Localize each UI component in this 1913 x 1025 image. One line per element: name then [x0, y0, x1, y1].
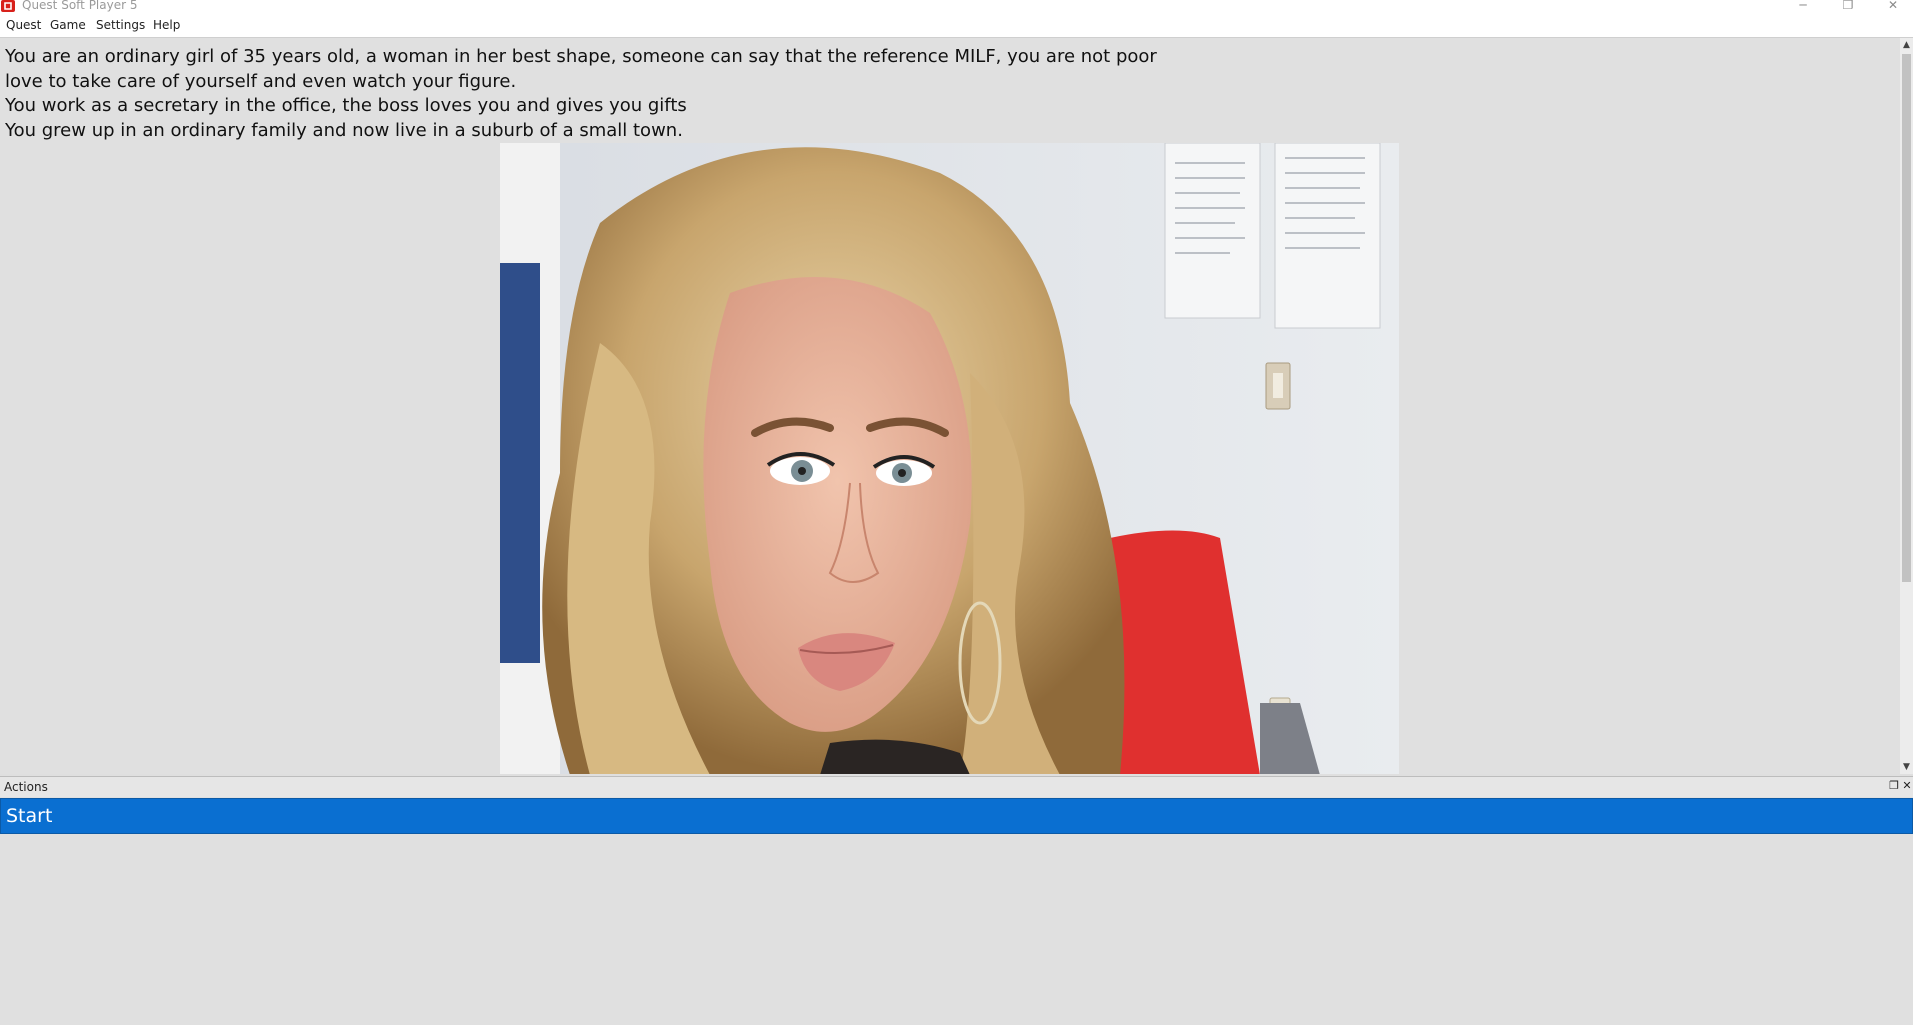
app-logo-icon [1, 0, 15, 12]
scroll-down-icon[interactable]: ▼ [1900, 760, 1913, 774]
action-start-label: Start [6, 805, 53, 827]
actions-panel-header: Actions ❐ ✕ [0, 776, 1913, 797]
menu-help[interactable]: Help [153, 18, 180, 32]
menu-game[interactable]: Game [50, 18, 86, 32]
maximize-button[interactable]: ❐ [1830, 0, 1866, 12]
minimize-button[interactable]: ─ [1785, 0, 1821, 12]
scroll-up-icon[interactable]: ▲ [1900, 38, 1913, 52]
menu-bar: Quest Game Settings Help [0, 12, 1913, 38]
menu-quest[interactable]: Quest [6, 18, 41, 32]
app-window: Quest Soft Player 5 ─ ❐ ✕ Quest Game Set… [0, 0, 1913, 1025]
story-panel: You are an ordinary girl of 35 years old… [0, 38, 1900, 774]
close-button[interactable]: ✕ [1875, 0, 1911, 12]
story-line-1: You are an ordinary girl of 35 years old… [5, 46, 1157, 67]
action-start[interactable]: Start [0, 798, 1913, 834]
title-bar: Quest Soft Player 5 ─ ❐ ✕ [0, 0, 1913, 12]
story-image [500, 143, 1399, 774]
window-title: Quest Soft Player 5 [22, 0, 138, 12]
story-scrollbar[interactable]: ▲ ▼ [1900, 38, 1913, 774]
story-line-3: You work as a secretary in the office, t… [5, 95, 687, 116]
menu-settings[interactable]: Settings [96, 18, 145, 32]
actions-list: Start [0, 797, 1913, 1025]
scroll-thumb[interactable] [1902, 54, 1911, 582]
panel-close-icon[interactable]: ✕ [1900, 779, 1913, 793]
story-line-4: You grew up in an ordinary family and no… [5, 120, 683, 141]
panel-restore-icon[interactable]: ❐ [1887, 779, 1901, 793]
actions-title: Actions [4, 780, 48, 794]
story-line-2: love to take care of yourself and even w… [5, 71, 517, 92]
